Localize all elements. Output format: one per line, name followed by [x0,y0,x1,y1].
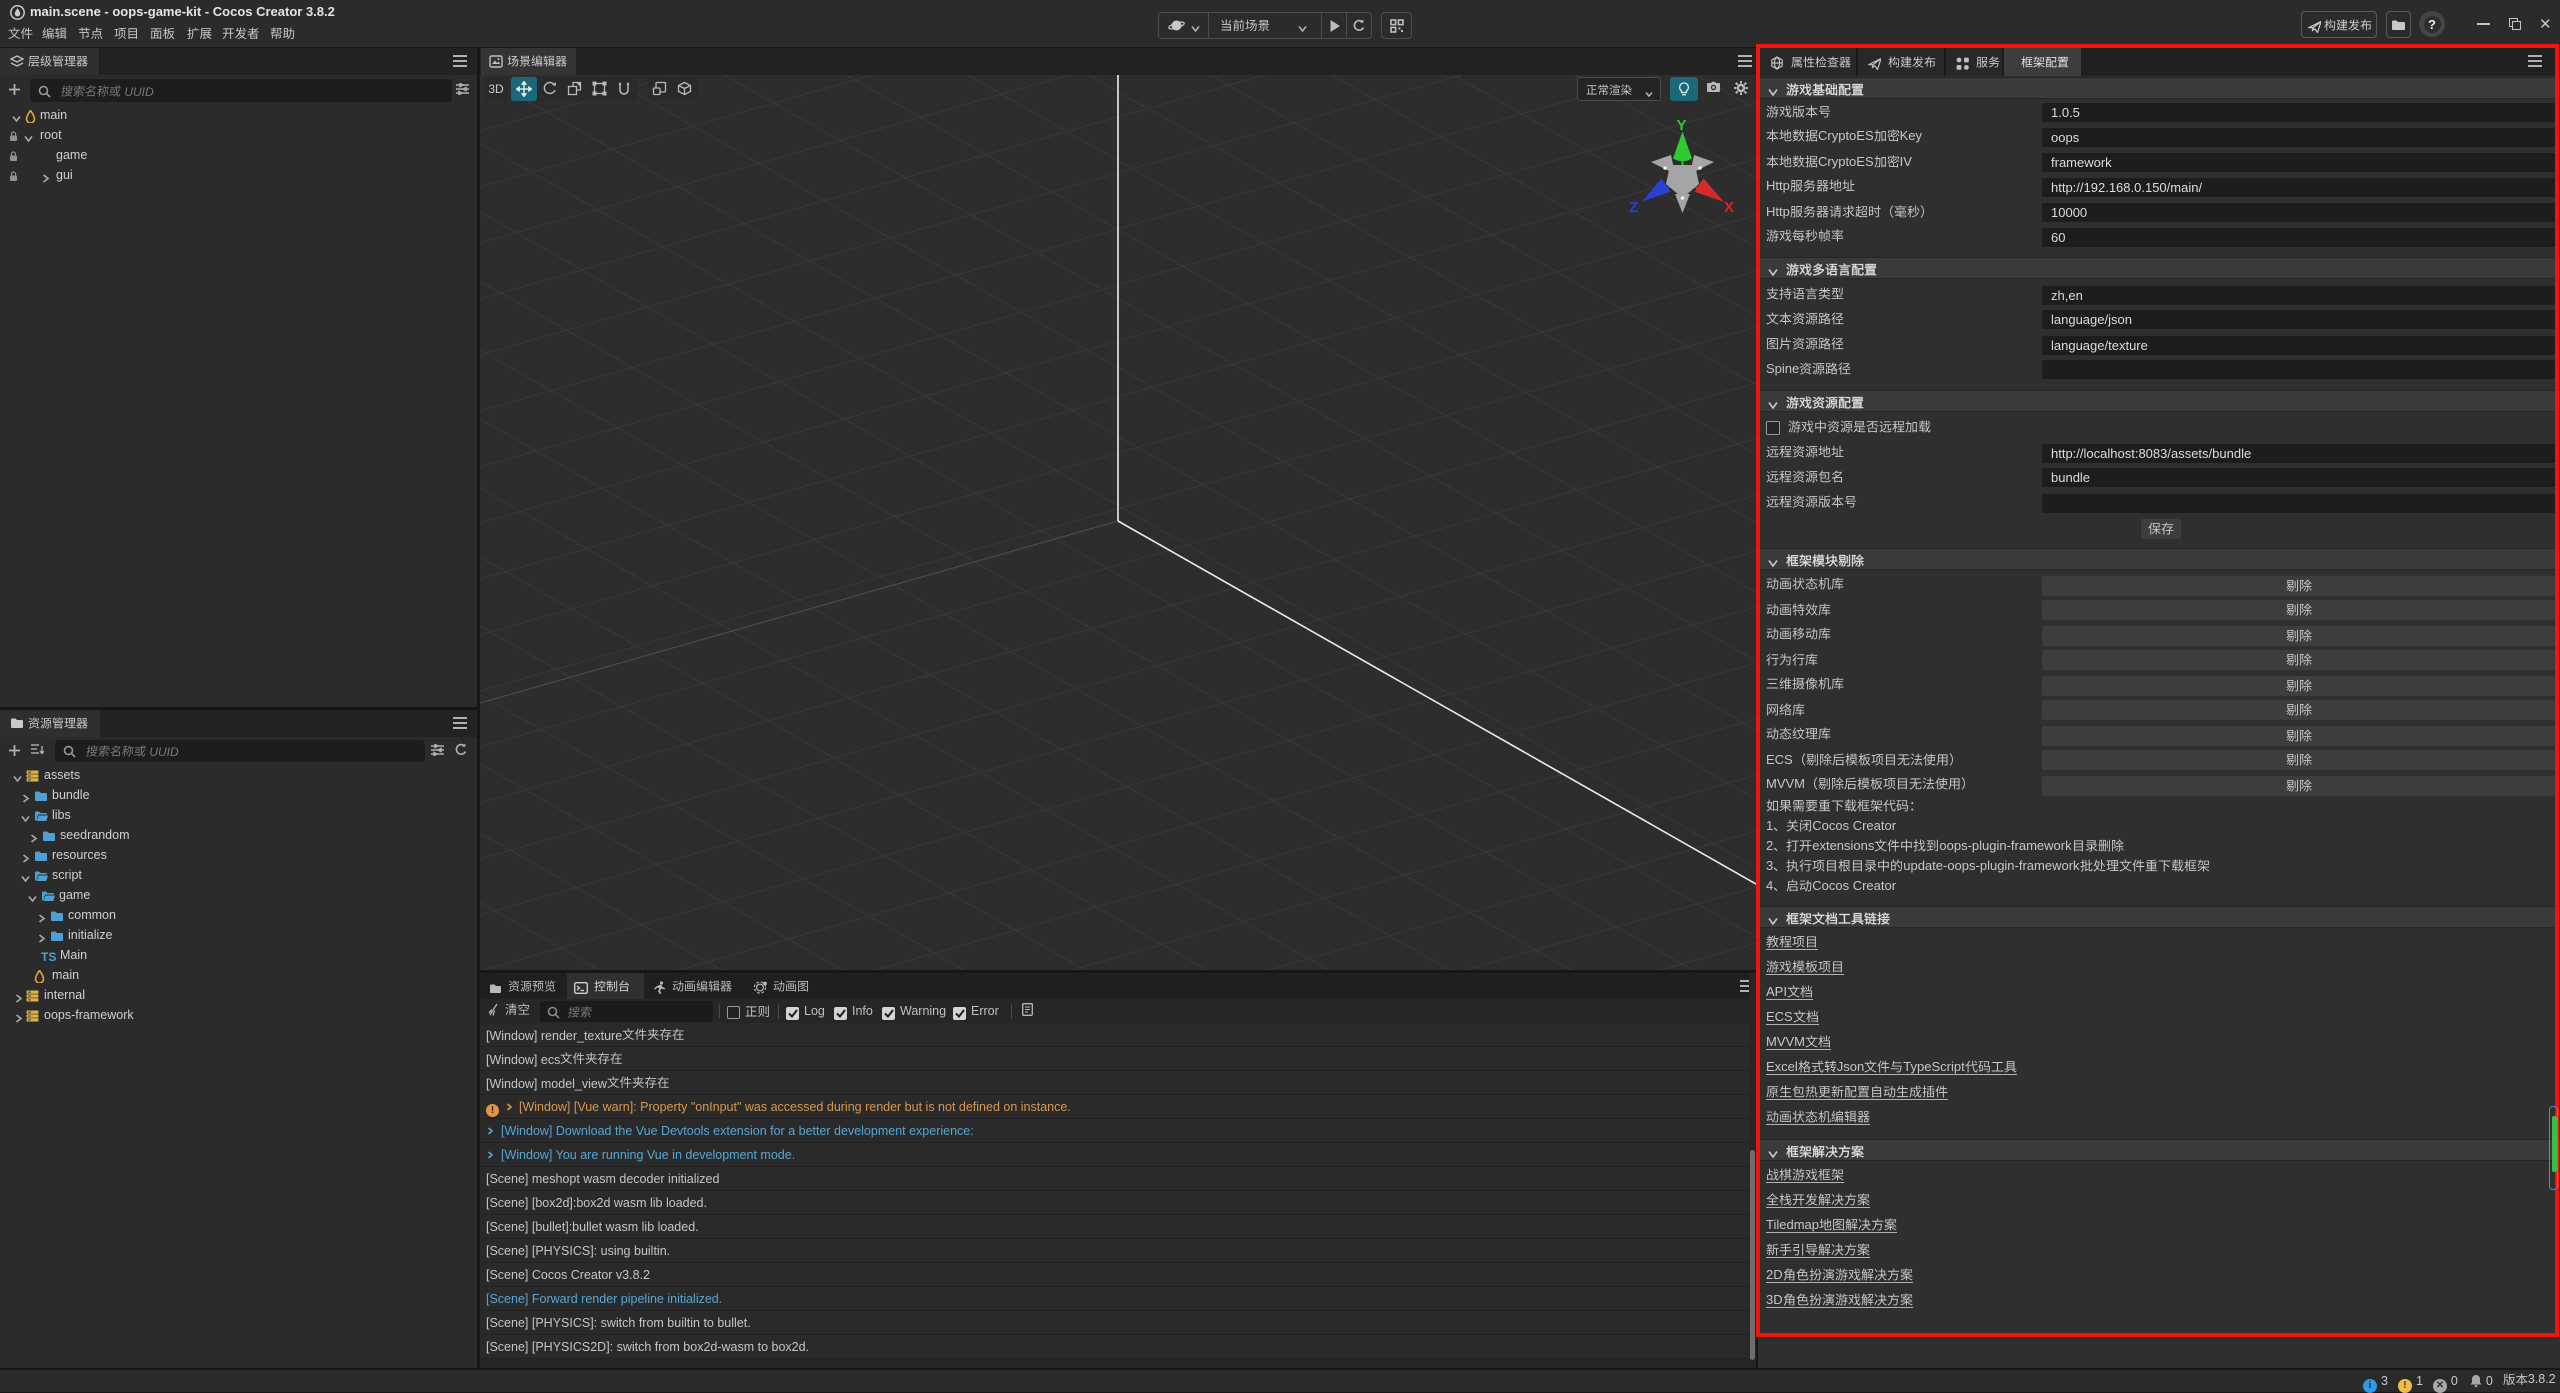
svg-text:X: X [1724,199,1734,214]
svg-text:Y: Y [1677,117,1687,134]
svg-text:Z: Z [1629,199,1638,214]
